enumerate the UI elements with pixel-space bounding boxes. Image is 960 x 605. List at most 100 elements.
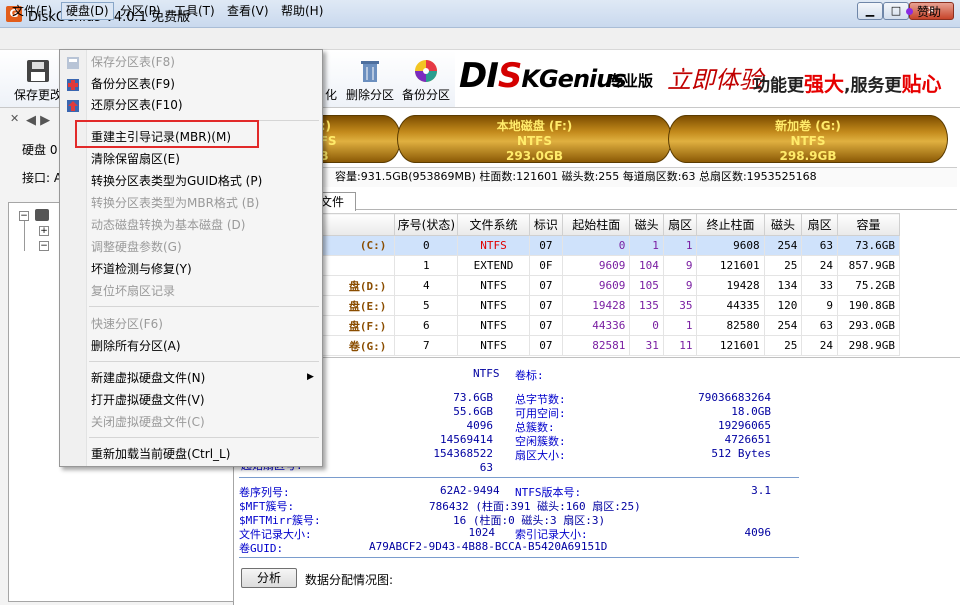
- cell-start-head: 135: [629, 295, 664, 316]
- column-header[interactable]: 标识: [528, 213, 564, 236]
- donate-link[interactable]: 赞助: [917, 3, 941, 20]
- cell-id: 07: [528, 235, 564, 256]
- column-header[interactable]: 序号(状态): [394, 213, 459, 236]
- menu-clear-reserved-sectors[interactable]: 清除保留扇区(E): [91, 150, 180, 168]
- promo-banner[interactable]: DISKGenius 专业版 立即体验 功能更强大,服务更贴心: [455, 52, 960, 107]
- save-changes-button[interactable]: 保存更改: [12, 56, 64, 104]
- column-header[interactable]: 扇区: [801, 213, 839, 236]
- menu-open-virtual-disk[interactable]: 打开虚拟硬盘文件(V): [91, 391, 205, 409]
- cell-seq: 1: [394, 255, 459, 276]
- menu-save-partition-table[interactable]: 保存分区表(F8): [91, 53, 175, 71]
- table-row[interactable]: 盘(E:) 5 NTFS 07 19428 135 35 44335 120 9…: [236, 295, 900, 316]
- tree-expand-icon[interactable]: +: [39, 226, 49, 236]
- menu-help[interactable]: 帮助(H): [277, 3, 327, 21]
- index-record-size-value: 4096: [744, 526, 772, 539]
- menu-convert-to-guid[interactable]: 转换分区表类型为GUID格式 (P): [91, 172, 262, 190]
- menu-tools[interactable]: 工具(T): [170, 3, 219, 21]
- detail-value: 63: [479, 461, 493, 474]
- analyze-button[interactable]: 分析: [241, 568, 297, 588]
- cell-end-cyl: 19428: [696, 275, 765, 296]
- cell-start-head: 31: [629, 335, 664, 356]
- menu-partition[interactable]: 分区(P): [116, 3, 165, 21]
- partition-bar-fs: NTFS: [790, 134, 826, 148]
- volume-guid-label: 卷GUID:: [239, 542, 284, 555]
- cell-start-cyl: 9609: [562, 275, 631, 296]
- table-row[interactable]: 卷(G:) 7 NTFS 07 82581 31 11 121601 25 24…: [236, 335, 900, 356]
- partition-bar-g[interactable]: 新加卷 (G:) NTFS 298.9GB: [668, 115, 948, 163]
- cell-capacity: 298.9GB: [837, 335, 900, 356]
- column-header[interactable]: 终止柱面: [696, 213, 765, 236]
- cell-fs: NTFS: [457, 315, 530, 336]
- cell-end-head: 25: [763, 335, 803, 356]
- restore-table-icon: [67, 100, 79, 112]
- disk-info-bar: 容量:931.5GB(953869MB) 柱面数:121601 磁头数:255 …: [237, 167, 957, 187]
- partition-table: 序号(状态) 文件系统 标识 起始柱面 磁头 扇区 终止柱面 磁头 扇区 容量 …: [236, 213, 900, 356]
- cell-start-cyl: 19428: [562, 295, 631, 316]
- allocation-map-label: 数据分配情况图:: [305, 573, 394, 587]
- diskgenius-logo: DISKGenius: [459, 56, 627, 96]
- cell-start-sector: 9: [662, 275, 698, 296]
- detail-separator: [239, 477, 799, 478]
- nav-back-icon[interactable]: ◀ ▶: [26, 113, 50, 128]
- volume-label-label: 卷标:: [515, 369, 544, 382]
- cell-end-sector: 63: [801, 315, 839, 336]
- table-row[interactable]: 盘(D:) 4 NTFS 07 9609 105 9 19428 134 33 …: [236, 275, 900, 296]
- mbr-highlight-box: [75, 120, 259, 148]
- cell-start-head: 1: [629, 235, 664, 256]
- cell-start-head: 104: [629, 255, 664, 276]
- partition-bar-f[interactable]: 本地磁盘 (F:) NTFS 293.0GB: [397, 115, 672, 163]
- menu-file[interactable]: 文件(F): [8, 3, 56, 21]
- column-header[interactable]: 磁头: [763, 213, 803, 236]
- menu-disk[interactable]: 硬盘(D): [61, 2, 114, 20]
- table-row[interactable]: 盘(F:) 6 NTFS 07 44336 0 1 82580 254 63 2…: [236, 315, 900, 336]
- column-header[interactable]: 容量: [837, 213, 900, 236]
- cell-id: 07: [528, 295, 564, 316]
- column-header[interactable]: 文件系统: [457, 213, 530, 236]
- logo-part-b: S: [497, 56, 522, 96]
- cell-id: 07: [528, 335, 564, 356]
- tree-collapse-icon[interactable]: −: [19, 211, 29, 221]
- cell-seq: 7: [394, 335, 459, 356]
- menu-reload-disk[interactable]: 重新加载当前硬盘(Ctrl_L): [91, 445, 230, 463]
- menu-new-virtual-disk[interactable]: 新建虚拟硬盘文件(N): [91, 369, 205, 387]
- cell-end-head: 120: [763, 295, 803, 316]
- menu-quick-partition[interactable]: 快速分区(F6): [91, 315, 163, 333]
- cell-end-head: 25: [763, 255, 803, 276]
- cell-fs: NTFS: [457, 335, 530, 356]
- cell-start-sector: 35: [662, 295, 698, 316]
- cell-capacity: 190.8GB: [837, 295, 900, 316]
- delete-partition-button[interactable]: 删除分区: [344, 56, 396, 104]
- column-header[interactable]: 扇区: [662, 213, 698, 236]
- menu-delete-all-partitions[interactable]: 删除所有分区(A): [91, 337, 181, 355]
- slogan-part-b: 强大: [804, 72, 844, 96]
- menu-view[interactable]: 查看(V): [223, 3, 273, 21]
- cell-end-cyl: 121601: [696, 335, 765, 356]
- backup-partition-label: 备份分区: [401, 88, 450, 102]
- cell-end-sector: 33: [801, 275, 839, 296]
- banner-pro-label: 专业版: [608, 72, 654, 90]
- menu-close-virtual-disk[interactable]: 关闭虚拟硬盘文件(C): [91, 413, 205, 431]
- menu-bad-sector-check[interactable]: 坏道检测与修复(Y): [91, 260, 192, 278]
- disk-menu-dropdown: 保存分区表(F8) 备份分区表(F9) 还原分区表(F10) 重建主引导记录(M…: [59, 49, 323, 467]
- cell-start-sector: 9: [662, 255, 698, 276]
- menu-reset-bad-sector-record[interactable]: 复位坏扇区记录: [91, 282, 175, 300]
- backup-partition-button[interactable]: 备份分区: [400, 56, 452, 104]
- cell-end-head: 134: [763, 275, 803, 296]
- tree-line: [24, 221, 25, 251]
- column-header[interactable]: 磁头: [629, 213, 664, 236]
- cell-start-cyl: 44336: [562, 315, 631, 336]
- column-header[interactable]: 起始柱面: [562, 213, 631, 236]
- menu-restore-partition-table[interactable]: 还原分区表(F10): [91, 96, 183, 114]
- menu-backup-partition-table[interactable]: 备份分区表(F9): [91, 75, 175, 93]
- menu-adjust-disk-params[interactable]: 调整硬盘参数(G): [91, 238, 182, 256]
- menu-convert-to-mbr[interactable]: 转换分区表类型为MBR格式 (B): [91, 194, 259, 212]
- table-row[interactable]: (C:) 0 NTFS 07 0 1 1 9608 254 63 73.6GB: [236, 235, 900, 256]
- detail-value: 4726651: [724, 433, 771, 446]
- menu-dynamic-to-basic[interactable]: 动态磁盘转换为基本磁盘 (D): [91, 216, 245, 234]
- table-row[interactable]: 1 EXTEND 0F 9609 104 9 121601 25 24 857.…: [236, 255, 900, 276]
- menu-separator: [89, 437, 319, 438]
- cell-start-sector: 11: [662, 335, 698, 356]
- minimize-button[interactable]: ▁: [857, 2, 883, 20]
- left-panel-close-icon[interactable]: ✕: [10, 112, 19, 125]
- tree-collapse-icon[interactable]: −: [39, 241, 49, 251]
